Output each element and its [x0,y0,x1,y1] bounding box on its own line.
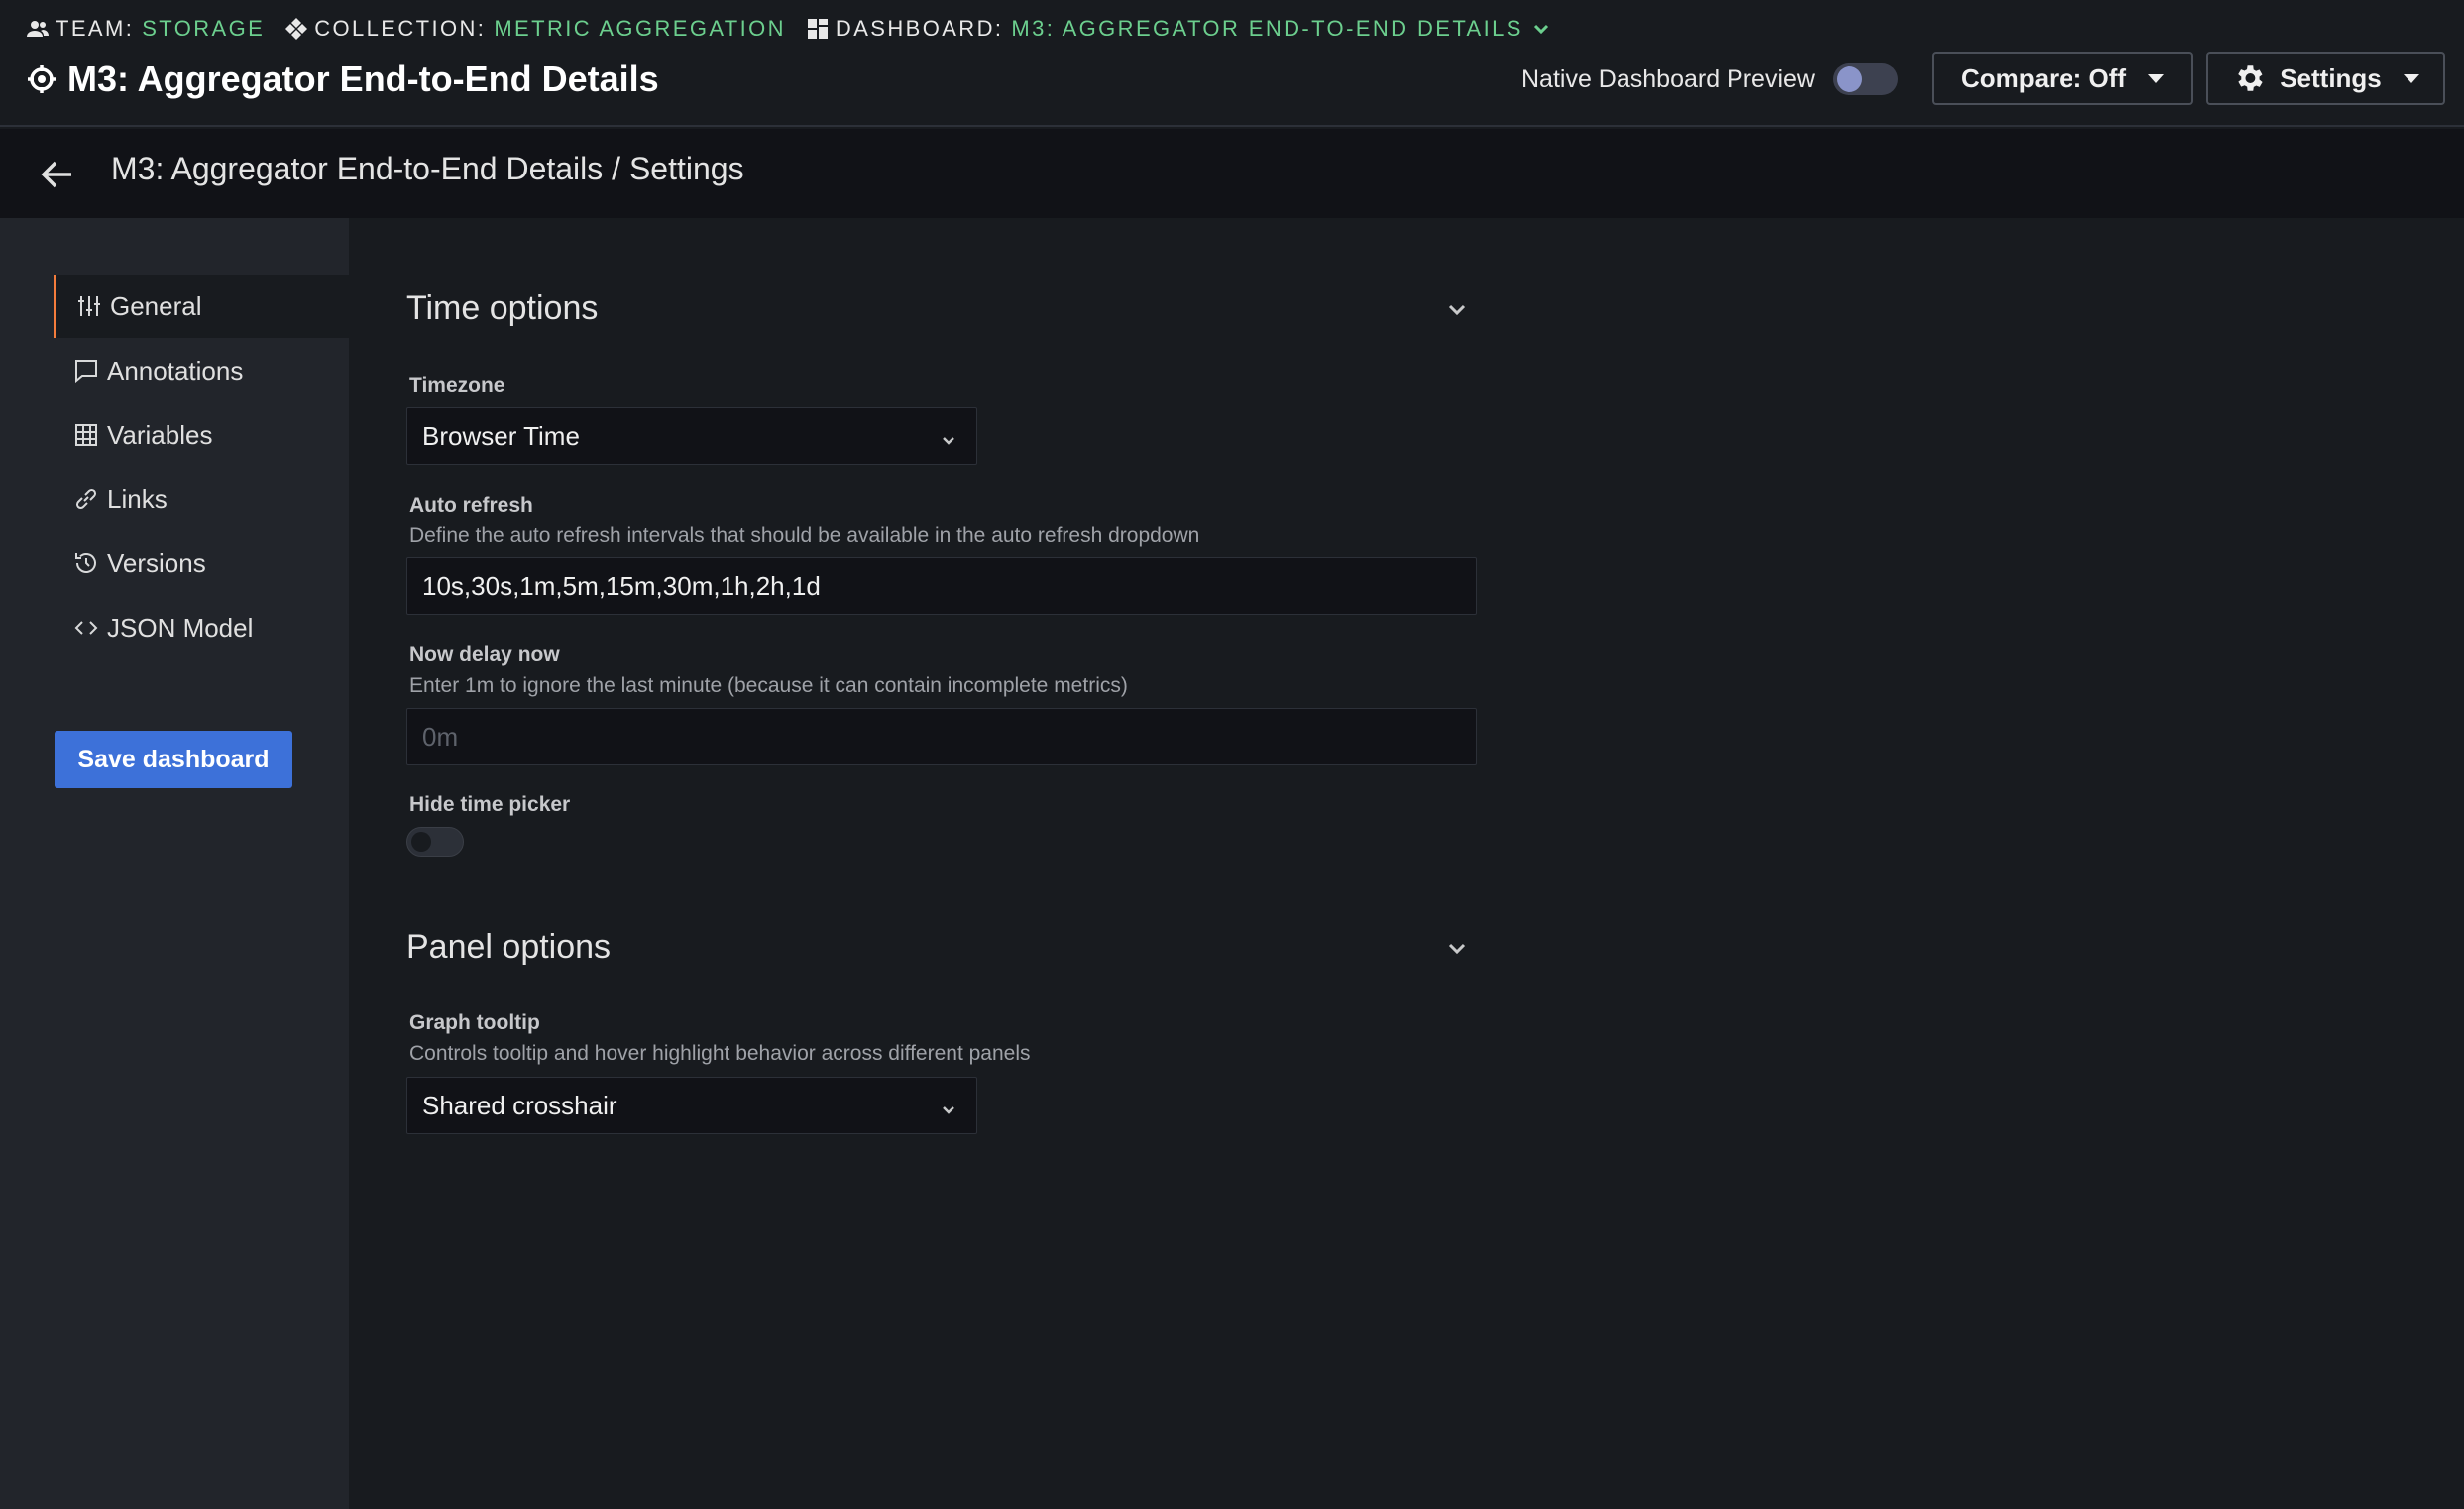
auto-refresh-label: Auto refresh [409,494,533,517]
collapse-panel-options[interactable] [1443,934,1471,962]
breadcrumb-key: TEAM: [56,16,135,41]
breadcrumb-dashboard[interactable]: DASHBOARD: M3: AGGREGATOR END-TO-END DET… [806,16,1557,42]
breadcrumb-team[interactable]: TEAM: STORAGE [26,16,265,42]
top-header: TEAM: STORAGE COLLECTION: METRIC AGGREGA… [0,0,2464,127]
auto-refresh-input[interactable] [406,557,1477,615]
breadcrumb-key: COLLECTION: [314,16,487,41]
collection-icon [285,18,308,40]
hide-time-picker-label: Hide time picker [409,793,571,816]
code-icon [73,615,99,640]
settings-content: Time options Timezone Browser Time Auto … [349,218,2464,1509]
comment-icon [73,358,99,384]
caret-down-icon [2403,73,2419,83]
chevron-down-icon [939,1096,958,1115]
native-preview-label: Native Dashboard Preview [1521,64,1815,93]
sidebar-item-links[interactable]: Links [54,467,349,530]
breadcrumb-value[interactable]: METRIC AGGREGATION [494,16,786,42]
save-dashboard-button[interactable]: Save dashboard [55,731,292,788]
sidebar-item-label: JSON Model [107,612,254,642]
page-title: M3: Aggregator End-to-End Details [26,56,659,103]
sidebar-item-label: Annotations [107,355,244,386]
sidebar-item-label: Versions [107,547,206,578]
hide-time-picker-toggle[interactable] [406,827,464,857]
breadcrumb-value[interactable]: STORAGE [142,16,265,42]
graph-tooltip-description: Controls tooltip and hover highlight beh… [409,1042,1031,1065]
back-button[interactable] [38,155,77,194]
sidebar-item-versions[interactable]: Versions [54,531,349,595]
timezone-label: Timezone [409,374,505,397]
time-options-title: Time options [406,290,599,327]
settings-button[interactable]: Settings [2206,52,2445,105]
compare-label: Compare: Off [1960,62,2127,93]
sidebar-item-variables[interactable]: Variables [54,404,349,467]
caret-down-icon [2148,73,2165,83]
breadcrumb: TEAM: STORAGE COLLECTION: METRIC AGGREGA… [26,14,1577,44]
timezone-value: Browser Time [422,420,580,451]
arrow-left-icon [41,161,71,188]
sidebar-item-label: Links [107,483,168,514]
native-preview-toggle[interactable] [1832,63,1898,95]
breadcrumb-key: DASHBOARD: [835,16,1004,41]
link-icon [73,486,99,512]
settings-label: Settings [2280,62,2382,93]
graph-tooltip-value: Shared crosshair [422,1090,617,1120]
users-icon [27,21,49,37]
chevron-down-icon [1448,943,1466,955]
sidebar-item-general[interactable]: General [54,275,349,338]
sidebar-item-label: Variables [107,419,213,450]
compare-button[interactable]: Compare: Off [1932,52,2193,105]
settings-toolbar: M3: Aggregator End-to-End Details / Sett… [0,129,2464,218]
sidebar-item-label: General [110,290,202,321]
sliders-icon [76,293,102,319]
chevron-down-icon [1448,304,1466,316]
timezone-select[interactable]: Browser Time [406,407,977,465]
chevron-down-icon[interactable] [1531,19,1551,39]
graph-tooltip-label: Graph tooltip [409,1011,540,1034]
panel-options-title: Panel options [406,928,612,966]
collapse-time-options[interactable] [1443,295,1471,323]
dashboard-icon [807,19,828,39]
page-title-text: M3: Aggregator End-to-End Details [67,58,659,99]
gear-icon [2238,65,2263,91]
sidebar-item-annotations[interactable]: Annotations [54,339,349,403]
history-icon [73,550,99,576]
now-delay-label: Now delay now [409,643,560,666]
graph-tooltip-select[interactable]: Shared crosshair [406,1077,977,1134]
now-delay-input[interactable] [406,708,1477,765]
breadcrumb-collection[interactable]: COLLECTION: METRIC AGGREGATION [284,16,786,42]
table-icon [73,422,99,448]
native-preview-control: Native Dashboard Preview [1521,59,1898,99]
auto-refresh-description: Define the auto refresh intervals that s… [409,524,1200,547]
sidebar-item-json-model[interactable]: JSON Model [54,596,349,659]
chevron-down-icon [939,426,958,446]
breadcrumb-value[interactable]: M3: AGGREGATOR END-TO-END DETAILS [1011,16,1522,42]
settings-sidebar: General Annotations Variables Links Vers… [0,218,349,1509]
dashboard-settings-icon [28,65,56,93]
now-delay-description: Enter 1m to ignore the last minute (beca… [409,674,1128,697]
settings-title: M3: Aggregator End-to-End Details / Sett… [111,151,744,186]
